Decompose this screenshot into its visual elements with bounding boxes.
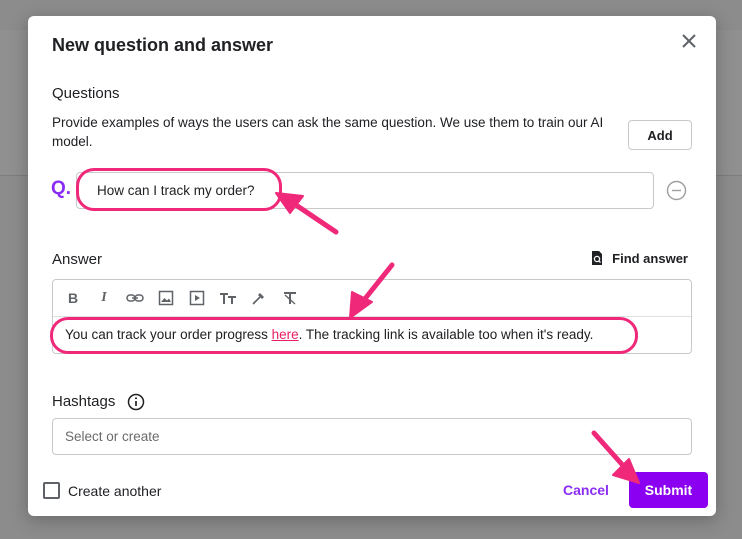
italic-icon[interactable]: I xyxy=(94,288,114,308)
create-another-checkbox[interactable] xyxy=(43,482,60,499)
answer-text-after: . The tracking link is available too whe… xyxy=(298,327,594,342)
cancel-button[interactable]: Cancel xyxy=(563,482,609,498)
image-icon[interactable] xyxy=(156,288,176,308)
dialog-title: New question and answer xyxy=(52,35,274,55)
hashtags-input[interactable] xyxy=(52,418,692,455)
color-picker-icon[interactable] xyxy=(249,288,269,308)
answer-label: Answer xyxy=(52,251,103,268)
minus-circle-icon[interactable] xyxy=(666,180,687,201)
search-document-icon xyxy=(592,251,603,265)
editor-toolbar: B I xyxy=(53,280,691,317)
questions-help-text: Provide examples of ways the users can a… xyxy=(52,115,604,149)
bold-icon[interactable]: B xyxy=(63,288,83,308)
find-answer-button[interactable]: Find answer xyxy=(590,250,688,266)
create-another-label: Create another xyxy=(68,483,162,499)
info-icon[interactable] xyxy=(127,393,145,411)
answer-link[interactable]: here xyxy=(272,327,299,342)
link-icon[interactable] xyxy=(125,288,145,308)
find-answer-label: Find answer xyxy=(612,250,688,266)
hashtags-label: Hashtags xyxy=(52,393,116,410)
submit-button[interactable]: Submit xyxy=(629,472,708,508)
question-input[interactable] xyxy=(76,172,654,209)
clear-format-icon[interactable] xyxy=(280,288,300,308)
answer-text-before: You can track your order progress xyxy=(65,327,272,342)
add-question-button[interactable]: Add xyxy=(628,120,692,150)
answer-editor[interactable]: B I You can track your order progress he… xyxy=(52,279,692,354)
question-marker: Q. xyxy=(51,178,72,199)
video-icon[interactable] xyxy=(187,288,207,308)
close-icon[interactable] xyxy=(678,30,700,52)
questions-label: Questions xyxy=(52,85,120,102)
text-size-icon[interactable] xyxy=(218,288,238,308)
answer-text[interactable]: You can track your order progress here. … xyxy=(65,327,593,342)
new-qa-dialog: New question and answer Questions Provid… xyxy=(28,16,716,516)
